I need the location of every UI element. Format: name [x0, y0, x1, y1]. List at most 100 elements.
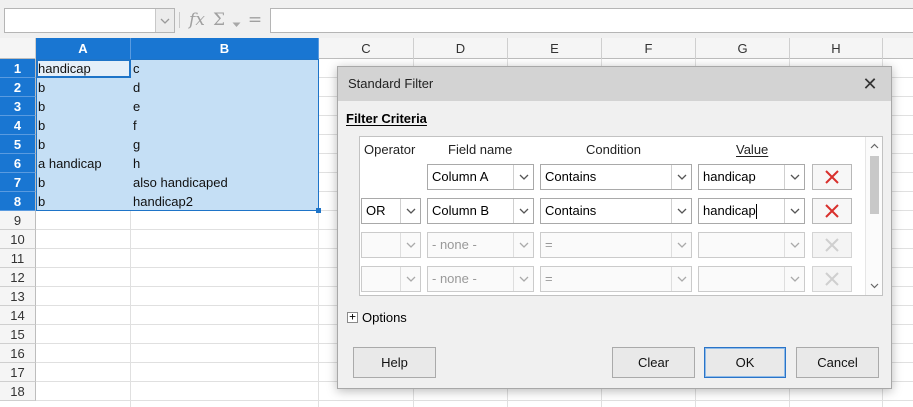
row-header[interactable]: 1	[0, 59, 36, 78]
cell[interactable]: b	[36, 135, 131, 154]
row-header[interactable]: 4	[0, 116, 36, 135]
row-header[interactable]: 17	[0, 363, 36, 382]
cell[interactable]: also handicaped	[131, 173, 319, 192]
remove-condition-button[interactable]	[812, 232, 852, 258]
cell[interactable]: handicap	[36, 59, 131, 78]
cell[interactable]: g	[131, 135, 319, 154]
column-header[interactable]: D	[414, 38, 508, 59]
chevron-down-icon[interactable]	[513, 267, 533, 291]
scroll-down-icon[interactable]	[866, 279, 883, 293]
row-header[interactable]: 18	[0, 382, 36, 401]
cell[interactable]: d	[131, 78, 319, 97]
chevron-down-icon[interactable]	[400, 233, 420, 257]
row-header[interactable]: 16	[0, 344, 36, 363]
cell[interactable]: b	[36, 173, 131, 192]
formula-input[interactable]	[270, 8, 913, 33]
chevron-down-icon[interactable]	[784, 267, 804, 291]
cell[interactable]: b	[36, 78, 131, 97]
chevron-down-icon[interactable]	[671, 233, 691, 257]
row-header[interactable]: 3	[0, 97, 36, 116]
select-all-corner[interactable]	[0, 38, 36, 59]
chevron-down-icon[interactable]	[671, 199, 691, 223]
column-header[interactable]: A	[36, 38, 131, 59]
field-name-select[interactable]: - none -	[427, 232, 534, 258]
row-header[interactable]: 5	[0, 135, 36, 154]
column-header[interactable]: H	[790, 38, 883, 59]
sum-icon[interactable]: Σ	[210, 10, 228, 30]
cell[interactable]: f	[131, 116, 319, 135]
field-name-select[interactable]: - none -	[427, 266, 534, 292]
scrollbar-thumb[interactable]	[870, 156, 879, 214]
column-header[interactable]: E	[508, 38, 602, 59]
cell[interactable]: b	[36, 192, 131, 211]
operator-select[interactable]	[361, 232, 421, 258]
column-header[interactable]: G	[696, 38, 790, 59]
chevron-down-icon[interactable]	[784, 199, 804, 223]
row-header[interactable]: 9	[0, 211, 36, 230]
value-combo[interactable]	[698, 266, 805, 292]
condition-select[interactable]: =	[540, 232, 692, 258]
cell[interactable]: handicap2	[131, 192, 319, 211]
cell[interactable]: h	[131, 154, 319, 173]
fx-icon[interactable]: fx	[187, 10, 207, 30]
operator-select[interactable]: OR	[361, 198, 421, 224]
column-header[interactable]: C	[319, 38, 414, 59]
chevron-down-icon[interactable]	[671, 267, 691, 291]
red-x-icon	[825, 272, 839, 286]
sum-dropdown-icon[interactable]	[232, 16, 241, 31]
row-header[interactable]: 14	[0, 306, 36, 325]
operator-select[interactable]	[361, 266, 421, 292]
row-header[interactable]: 8	[0, 192, 36, 211]
remove-condition-button[interactable]	[812, 266, 852, 292]
row-header[interactable]: 10	[0, 230, 36, 249]
name-box[interactable]	[4, 8, 175, 33]
plus-box-icon[interactable]: +	[347, 311, 358, 323]
column-header[interactable]: B	[131, 38, 319, 59]
chevron-down-icon[interactable]	[784, 165, 804, 189]
row-header[interactable]: 2	[0, 78, 36, 97]
cell[interactable]: b	[36, 116, 131, 135]
condition-select[interactable]: Contains	[540, 198, 692, 224]
cell[interactable]: b	[36, 97, 131, 116]
options-expander[interactable]: + Options	[347, 308, 407, 326]
cell[interactable]: e	[131, 97, 319, 116]
row-header[interactable]: 15	[0, 325, 36, 344]
column-header-partial[interactable]	[883, 38, 913, 59]
value-combo[interactable]	[698, 232, 805, 258]
remove-condition-button[interactable]	[812, 198, 852, 224]
red-x-icon	[825, 204, 839, 218]
ok-button[interactable]: OK	[704, 347, 786, 378]
dialog-titlebar[interactable]: Standard Filter ✕	[338, 67, 891, 101]
condition-select[interactable]: =	[540, 266, 692, 292]
cell[interactable]: a handicap	[36, 154, 131, 173]
criteria-scrollbar[interactable]	[865, 137, 882, 295]
field-name-value: Column A	[432, 169, 489, 184]
help-button[interactable]: Help	[353, 347, 436, 378]
cancel-button[interactable]: Cancel	[796, 347, 879, 378]
value-combo[interactable]: handicap	[698, 164, 805, 190]
field-name-select[interactable]: Column A	[427, 164, 534, 190]
value-combo[interactable]: handicap	[698, 198, 805, 224]
chevron-down-icon[interactable]	[784, 233, 804, 257]
row-header[interactable]: 6	[0, 154, 36, 173]
chevron-down-icon[interactable]	[400, 267, 420, 291]
row-header[interactable]: 13	[0, 287, 36, 306]
row-header[interactable]: 7	[0, 173, 36, 192]
chevron-down-icon[interactable]	[671, 165, 691, 189]
field-name-select[interactable]: Column B	[427, 198, 534, 224]
row-header[interactable]: 11	[0, 249, 36, 268]
chevron-down-icon[interactable]	[513, 199, 533, 223]
row-header[interactable]: 12	[0, 268, 36, 287]
close-icon[interactable]: ✕	[858, 72, 882, 96]
column-header[interactable]: F	[602, 38, 696, 59]
chevron-down-icon[interactable]	[155, 9, 174, 32]
chevron-down-icon[interactable]	[513, 165, 533, 189]
scroll-up-icon[interactable]	[866, 139, 883, 153]
equals-icon[interactable]: =	[246, 10, 264, 30]
cell[interactable]: c	[131, 59, 319, 78]
chevron-down-icon[interactable]	[400, 199, 420, 223]
chevron-down-icon[interactable]	[513, 233, 533, 257]
clear-button[interactable]: Clear	[612, 347, 695, 378]
condition-select[interactable]: Contains	[540, 164, 692, 190]
remove-condition-button[interactable]	[812, 164, 852, 190]
